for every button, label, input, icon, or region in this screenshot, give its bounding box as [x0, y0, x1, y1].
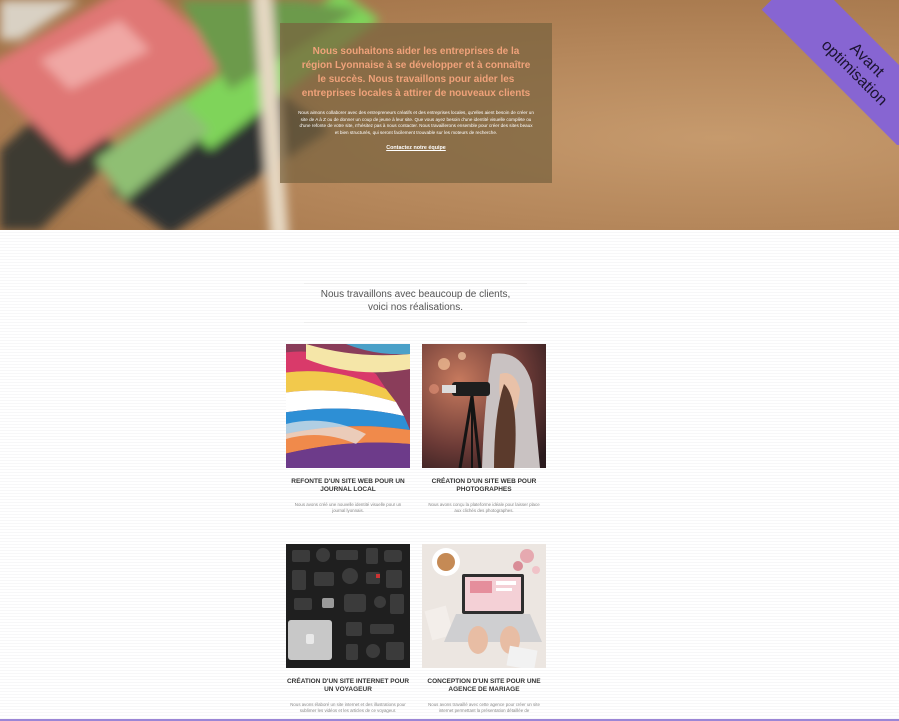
desk-laptop-photo[interactable] [422, 544, 546, 668]
project-description: Nous avons travaillé avec cette agence p… [428, 702, 540, 713]
contact-team-link[interactable]: Contactez notre équipe [386, 145, 446, 151]
intro-line-1: Nous travaillons avec beaucoup de client… [320, 289, 511, 300]
project-card[interactable]: Conception d'un site pour une agence de … [422, 544, 546, 714]
portfolio-section: Nous travaillons avec beaucoup de client… [0, 230, 899, 721]
hero-text-box: Nous souhaitons aider les entreprises de… [280, 23, 552, 183]
project-description: Nous avons créé une nouvelle identité vi… [294, 502, 402, 513]
project-description: Nous avons élaboré un site internet et d… [290, 702, 406, 713]
before-optimisation-badge: Avant optimisation [761, 0, 899, 145]
portfolio-intro: Nous travaillons avec beaucoup de client… [304, 283, 527, 323]
project-card[interactable]: Création d'un site internet pour un voya… [286, 544, 410, 714]
photographer-photo[interactable] [422, 344, 546, 468]
project-card[interactable]: Refonte d'un site web pour un journal lo… [286, 344, 410, 514]
corner-ribbon: Avant optimisation [754, 0, 899, 145]
project-title: Création d'un site web pour photographes [431, 478, 537, 493]
magazines-photo[interactable] [286, 344, 410, 468]
intro-line-2: voici nos réalisations. [367, 302, 464, 313]
project-card[interactable]: Création d'un site web pour photographes… [422, 344, 546, 514]
project-title: Conception d'un site pour une agence de … [427, 678, 541, 693]
project-description: Nous avons conçu la plateforme idéale po… [428, 502, 540, 513]
project-title: Création d'un site internet pour un voya… [286, 678, 410, 693]
gear-flatlay-photo[interactable] [286, 544, 410, 668]
hero-heading: Nous souhaitons aider les entreprises de… [301, 46, 531, 99]
hero-section: Nous souhaitons aider les entreprises de… [0, 0, 899, 230]
project-title: Refonte d'un site web pour un journal lo… [291, 478, 405, 493]
hero-body-text: Nous aimons collaborer avec des entrepre… [298, 110, 534, 135]
